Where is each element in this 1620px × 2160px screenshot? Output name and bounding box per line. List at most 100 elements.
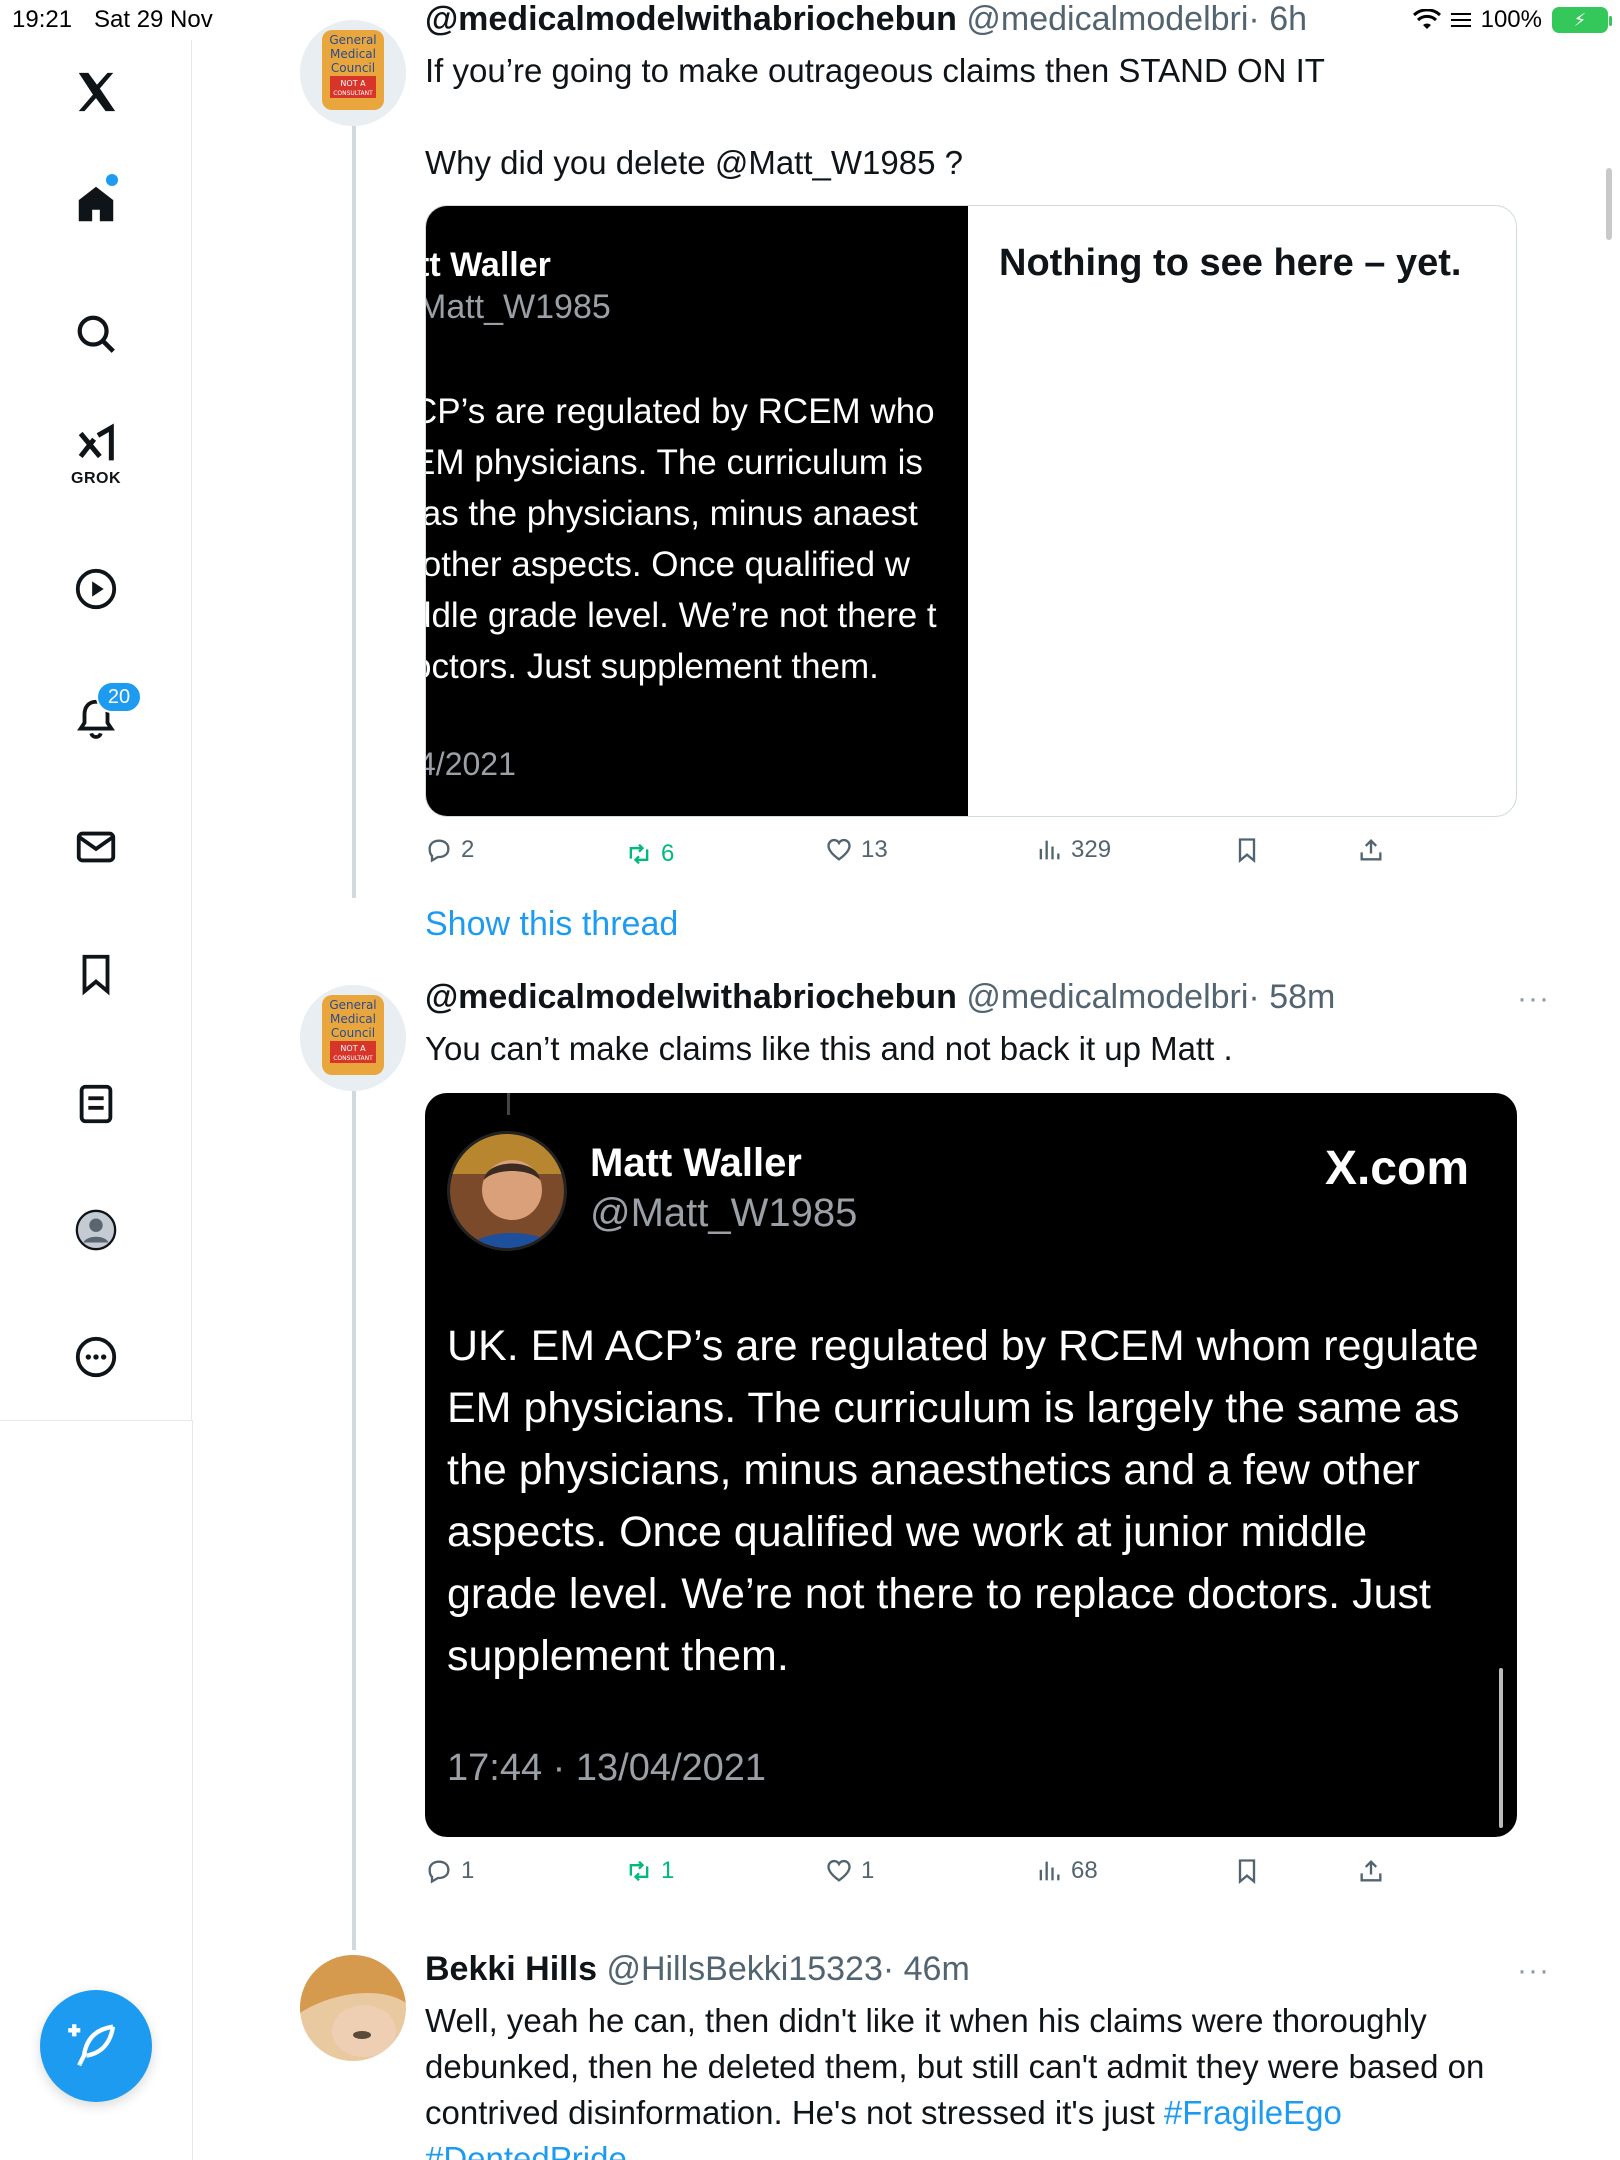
tweet-image-card[interactable]: tt Waller Matt_W1985 CP’s are regulated … (425, 205, 1517, 817)
reply-icon (428, 839, 450, 863)
notifications-icon[interactable]: 20 (62, 681, 142, 753)
avatar[interactable]: General Medical Council NOT A CONSULTANT (300, 20, 406, 126)
author-name[interactable]: Bekki Hills (425, 1950, 597, 1988)
embedded-tweet-text: CP’s are regulated by RCEM who EM physic… (426, 392, 937, 686)
gmc-avatar-image: General Medical Council NOT A CONSULTANT (300, 20, 406, 126)
tweet-text: If you’re going to make outrageous claim… (425, 52, 1325, 89)
embedded-avatar (447, 1131, 567, 1251)
views-chart-icon (1039, 840, 1060, 860)
reply-count: 1 (461, 1857, 475, 1884)
svg-text:General: General (329, 33, 376, 47)
author-name[interactable]: @medicalmodelwithabriochebun (425, 978, 957, 1016)
like-count: 13 (861, 836, 888, 863)
reply-icon (428, 1860, 450, 1884)
wifi-icon (1412, 9, 1441, 29)
lists-icon[interactable] (62, 1070, 130, 1138)
more-options-button[interactable]: ··· (1517, 1954, 1550, 1988)
like-button[interactable]: 1 (825, 1857, 874, 1885)
author-handle[interactable]: @medicalmodelbri (966, 978, 1248, 1016)
xcom-brand-label: X.com (1324, 1142, 1469, 1195)
profile-icon[interactable] (62, 1196, 130, 1264)
search-icon[interactable] (62, 300, 130, 368)
svg-text:CONSULTANT: CONSULTANT (333, 1055, 373, 1062)
author-handle[interactable]: @HillsBekki15323 (606, 1950, 882, 1988)
image-scrollbar (1499, 1668, 1503, 1828)
profile-photo-icon (300, 1955, 406, 2061)
bookmark-button[interactable] (1233, 1857, 1261, 1885)
embedded-timestamp: 17:44 · 13/04/2021 (447, 1747, 767, 1789)
reply-count: 2 (461, 836, 475, 863)
compose-feather-icon (68, 2024, 116, 2067)
repost-count: 6 (661, 840, 675, 867)
repost-count: 1 (661, 1857, 675, 1884)
views-chart-icon (1039, 1861, 1060, 1881)
tweet-time[interactable]: · 6h (1248, 0, 1307, 38)
views-count: 329 (1071, 836, 1112, 863)
bookmark-button[interactable] (1233, 836, 1261, 864)
tweet-time[interactable]: · 46m (883, 1950, 970, 1988)
more-options-button[interactable]: ··· (1517, 982, 1550, 1016)
reply-button[interactable]: 1 (425, 1857, 474, 1885)
share-icon (1360, 1860, 1382, 1882)
share-button[interactable] (1357, 836, 1385, 864)
sidebar: GROK 20 (0, 40, 192, 1420)
sidebar-divider (0, 1420, 192, 1421)
views-count: 68 (1071, 1857, 1098, 1884)
more-icon[interactable] (62, 1323, 130, 1391)
share-icon (1360, 839, 1382, 861)
show-thread-link[interactable]: Show this thread (425, 905, 678, 944)
svg-text:Medical: Medical (330, 1012, 376, 1026)
grok-icon[interactable]: GROK (62, 420, 130, 488)
tweet-time[interactable]: · 58m (1248, 978, 1335, 1016)
svg-text:General: General (329, 998, 376, 1012)
messages-icon[interactable] (62, 813, 130, 881)
battery-charging-icon: ⚡ (1552, 7, 1612, 33)
author-handle[interactable]: @medicalmodelbri (966, 0, 1248, 38)
views-button[interactable]: 329 (1035, 836, 1111, 864)
person-photo-icon (450, 1134, 564, 1248)
bookmark-icon (1238, 838, 1256, 863)
x-logo-icon[interactable] (62, 58, 130, 126)
tweet-text: Well, yeah he can, then didn't like it w… (425, 1998, 1525, 2160)
gmc-avatar-image: General Medical Council NOT A CONSULTANT (300, 985, 406, 1091)
like-count: 1 (861, 1857, 875, 1884)
bookmarks-icon[interactable] (62, 940, 130, 1008)
repost-button[interactable]: 6 (625, 840, 674, 868)
views-button[interactable]: 68 (1035, 1857, 1098, 1885)
avatar[interactable]: General Medical Council NOT A CONSULTANT (300, 985, 406, 1091)
like-button[interactable]: 13 (825, 836, 888, 864)
hashtag-link[interactable]: #FragileEgo (1164, 2094, 1342, 2131)
tweet-text: Why did you delete @Matt_W1985 ? (425, 144, 963, 181)
hashtag-link[interactable]: #DentedPride (425, 2140, 627, 2160)
status-date: Sat 29 Nov (94, 6, 213, 33)
heart-icon (827, 838, 851, 861)
embedded-author-name: tt Waller (426, 246, 551, 284)
svg-text:Council: Council (331, 61, 375, 75)
tweet-actions: 1 1 1 68 (425, 1857, 1425, 1897)
tweet-header: @medicalmodelwithabriochebun @medicalmod… (425, 978, 1335, 1017)
tweet-image-card[interactable]: Matt Waller @Matt_W1985 X.com UK. EM ACP… (425, 1093, 1517, 1837)
embedded-author-handle: @Matt_W1985 (590, 1191, 858, 1235)
reply-button[interactable]: 2 (425, 836, 474, 864)
svg-text:NOT A: NOT A (340, 79, 366, 88)
embedded-author-name: Matt Waller (590, 1141, 802, 1185)
bookmark-icon (1238, 1859, 1256, 1884)
embedded-timestamp: 4/2021 (426, 746, 516, 782)
image-top-marker (507, 1093, 510, 1115)
page-scrollbar[interactable] (1606, 168, 1612, 240)
empty-state-message: Nothing to see here – yet. (999, 242, 1462, 284)
embedded-tweet-text: UK. EM ACP’s are regulated by RCEM whom … (447, 1322, 1479, 1680)
compose-post-button[interactable] (40, 1990, 152, 2102)
status-right: 100% ⚡ (1412, 6, 1612, 34)
avatar[interactable] (300, 1955, 406, 2061)
tweet-header: Bekki Hills @HillsBekki15323· 46m (425, 1950, 970, 1989)
tweet-header: @medicalmodelwithabriochebun @medicalmod… (425, 0, 1307, 39)
share-button[interactable] (1357, 1857, 1385, 1885)
sidebar-border (192, 1420, 193, 2160)
author-name[interactable]: @medicalmodelwithabriochebun (425, 0, 957, 38)
home-icon[interactable] (62, 170, 130, 238)
status-time: 19:21 (12, 6, 73, 33)
video-icon[interactable] (62, 555, 130, 623)
battery-percent: 100% (1480, 6, 1542, 33)
repost-button[interactable]: 1 (625, 1857, 674, 1885)
